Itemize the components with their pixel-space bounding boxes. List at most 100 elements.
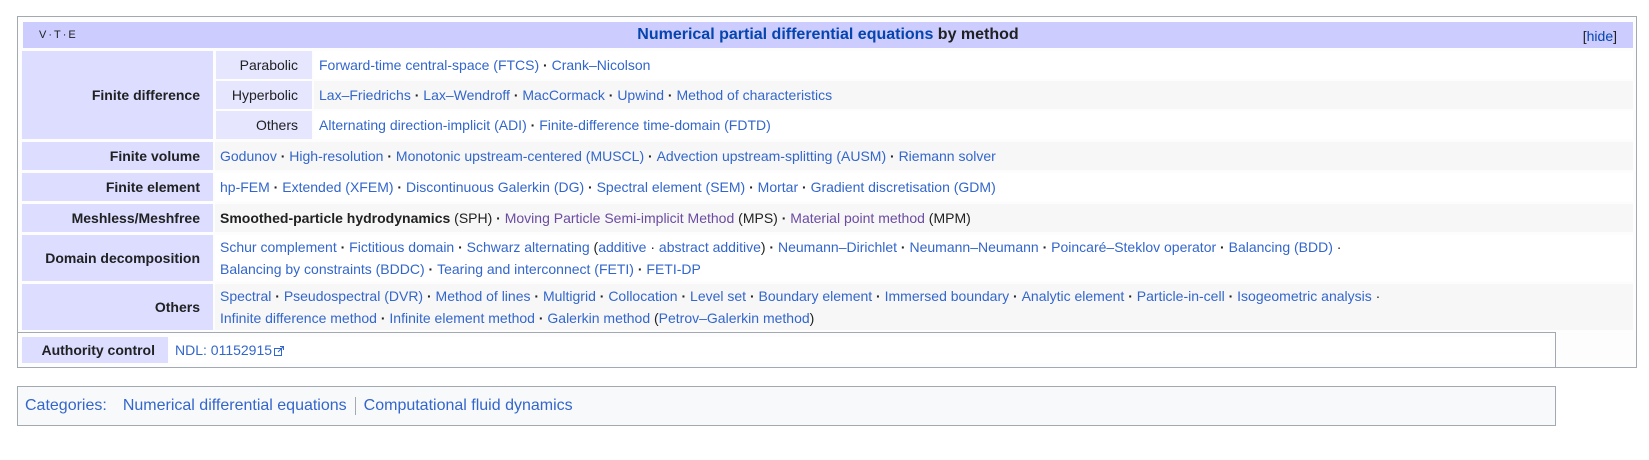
group-label: Finite difference [91,87,200,103]
list-link[interactable]: Multigrid [543,288,596,304]
list-finite-element: hp-FEM Extended (XFEM) Discontinuous Galer… [215,173,1633,201]
list-link[interactable]: Infinite difference method [220,310,377,326]
list-link[interactable]: FETI-DP [646,261,700,277]
list-link[interactable]: Spectral [220,288,271,304]
subgroup-parabolic: Parabolic [216,51,312,79]
hide-button[interactable]: hide [1587,28,1613,44]
separator-dot: · [646,239,659,255]
navbox-title-bar: V · T · E Numerical partial differential equ… [23,22,1633,48]
subgroup-others: Others [216,111,312,139]
list-link[interactable]: abstract additive [659,239,761,255]
list-link[interactable]: Pseudospectral (DVR) [284,288,423,304]
group-label: Finite element [105,179,200,195]
list-link[interactable]: Method of characteristics [676,87,832,103]
list-link[interactable]: Riemann solver [899,148,996,164]
list-others: Spectral Pseudospectral (DVR) Method of li… [215,284,1633,330]
category-item[interactable]: Computational fluid dynamics [354,397,581,415]
list-link[interactable]: Petrov–Galerkin method [659,310,810,326]
list-link[interactable]: Collocation [608,288,677,304]
categories-label-text: Categories [25,397,103,414]
group-others: Others [22,284,213,330]
list-link[interactable]: Schwarz alternating [467,239,590,255]
list-link[interactable]: Tearing and interconnect (FETI) [437,261,634,277]
authority-control-label: Authority control [22,337,168,363]
item-suffix: (MPM) [924,210,971,226]
list-link[interactable]: Neumann–Neumann [910,239,1039,255]
list-link[interactable]: Gradient discretisation (GDM) [811,179,996,195]
list-link[interactable]: MacCormack [522,87,604,103]
list-link[interactable]: Moving Particle Semi-implicit Method [505,210,735,226]
list-hyperbolic: Lax–Friedrichs Lax–Wendroff MacCormack Upwi… [314,81,1633,109]
list-link[interactable]: Infinite element method [389,310,535,326]
list-link[interactable]: Isogeometric analysis [1237,288,1372,304]
separator-dot: · [1371,288,1381,304]
list-link[interactable]: Lax–Friedrichs [319,87,411,103]
list-link[interactable]: hp-FEM [220,179,270,195]
subgroup-label: Others [255,117,298,133]
navbox-title-rest: by method [933,26,1019,43]
list-meshless: Smoothed-particle hydrodynamics (SPH) Mov… [215,204,1633,232]
subgroup-hyperbolic: Hyperbolic [216,81,312,109]
group-label: Finite volume [109,148,200,164]
authority-control-link[interactable]: Authority control [41,342,155,358]
list-link[interactable]: Alternating direction-implicit (ADI) [319,117,527,133]
navbox: V · T · E Numerical partial differential equ… [17,16,1637,368]
authority-control-box: Authority control NDL: 01152915 [17,332,1556,368]
list-link[interactable]: Extended (XFEM) [282,179,393,195]
list-link[interactable]: additive [598,239,646,255]
list-domain-decomposition: Schur complement Fictitious domain Schwarz… [215,235,1633,281]
current-page-title: Smoothed-particle hydrodynamics [220,210,451,226]
hide-toggle: [hide] [1582,28,1617,44]
list-link[interactable]: Upwind [617,87,664,103]
group-meshless: Meshless/Meshfree [22,204,213,232]
list-link[interactable]: Discontinuous Galerkin (DG) [406,179,584,195]
list-link[interactable]: Particle-in-cell [1137,288,1225,304]
separator-dot: · [1332,239,1342,255]
category-links: Categories: Numerical differential equat… [17,386,1556,426]
item-suffix: (MPS) [734,210,778,226]
list-finite-volume: Godunov High-resolution Monotonic upstream… [215,142,1633,170]
list-parabolic: Forward-time central-space (FTCS) Crank–N… [314,51,1633,79]
list-link[interactable]: Boundary element [759,288,873,304]
list-link[interactable]: Spectral element (SEM) [597,179,746,195]
navbox-title-link[interactable]: Numerical partial differential equations [637,26,933,43]
categories-label[interactable]: Categories: [25,397,107,415]
list-link[interactable]: Fictitious domain [349,239,454,255]
group-finite-element: Finite element [22,173,213,201]
list-link[interactable]: Neumann–Dirichlet [778,239,897,255]
list-link[interactable]: Monotonic upstream-centered (MUSCL) [396,148,644,164]
group-domain-decomposition: Domain decomposition [22,235,213,281]
list-link[interactable]: Finite-difference time-domain (FDTD) [539,117,771,133]
list-link[interactable]: Analytic element [1022,288,1125,304]
subgroup-label: Parabolic [239,57,298,73]
list-link[interactable]: Method of lines [436,288,531,304]
group-label: Others [154,299,200,315]
list-link[interactable]: Balancing (BDD) [1229,239,1333,255]
external-link-icon [274,346,285,357]
list-link[interactable]: Material point method [790,210,925,226]
list-fd-others: Alternating direction-implicit (ADI) Fini… [314,111,1633,139]
list-link[interactable]: High-resolution [289,148,383,164]
list-link[interactable]: Schur complement [220,239,337,255]
subgroup-label: Hyperbolic [231,87,298,103]
group-label: Domain decomposition [45,250,200,266]
list-link[interactable]: Advection upstream-splitting (AUSM) [657,148,887,164]
list-link[interactable]: Immersed boundary [885,288,1010,304]
list-link[interactable]: Mortar [758,179,798,195]
list-link[interactable]: Lax–Wendroff [423,87,510,103]
authority-control-list: NDL: 01152915 [170,337,1550,363]
list-link[interactable]: Poincaré–Steklov operator [1051,239,1216,255]
category-item[interactable]: Numerical differential equations [115,397,355,415]
list-link[interactable]: Godunov [220,148,277,164]
list-link[interactable]: Level set [690,288,746,304]
list-link[interactable]: Balancing by constraints (BDDC) [220,261,425,277]
list-link[interactable]: Galerkin method [547,310,650,326]
group-finite-difference: Finite difference [22,51,213,139]
ndl-link[interactable]: NDL: 01152915 [175,342,272,358]
list-link[interactable]: Crank–Nicolson [552,57,651,73]
group-finite-volume: Finite volume [22,142,213,170]
item-suffix: (SPH) [450,210,493,226]
navbox-title: Numerical partial differential equations… [23,26,1633,44]
list-link[interactable]: Forward-time central-space (FTCS) [319,57,539,73]
group-label: Meshless/Meshfree [71,210,200,226]
